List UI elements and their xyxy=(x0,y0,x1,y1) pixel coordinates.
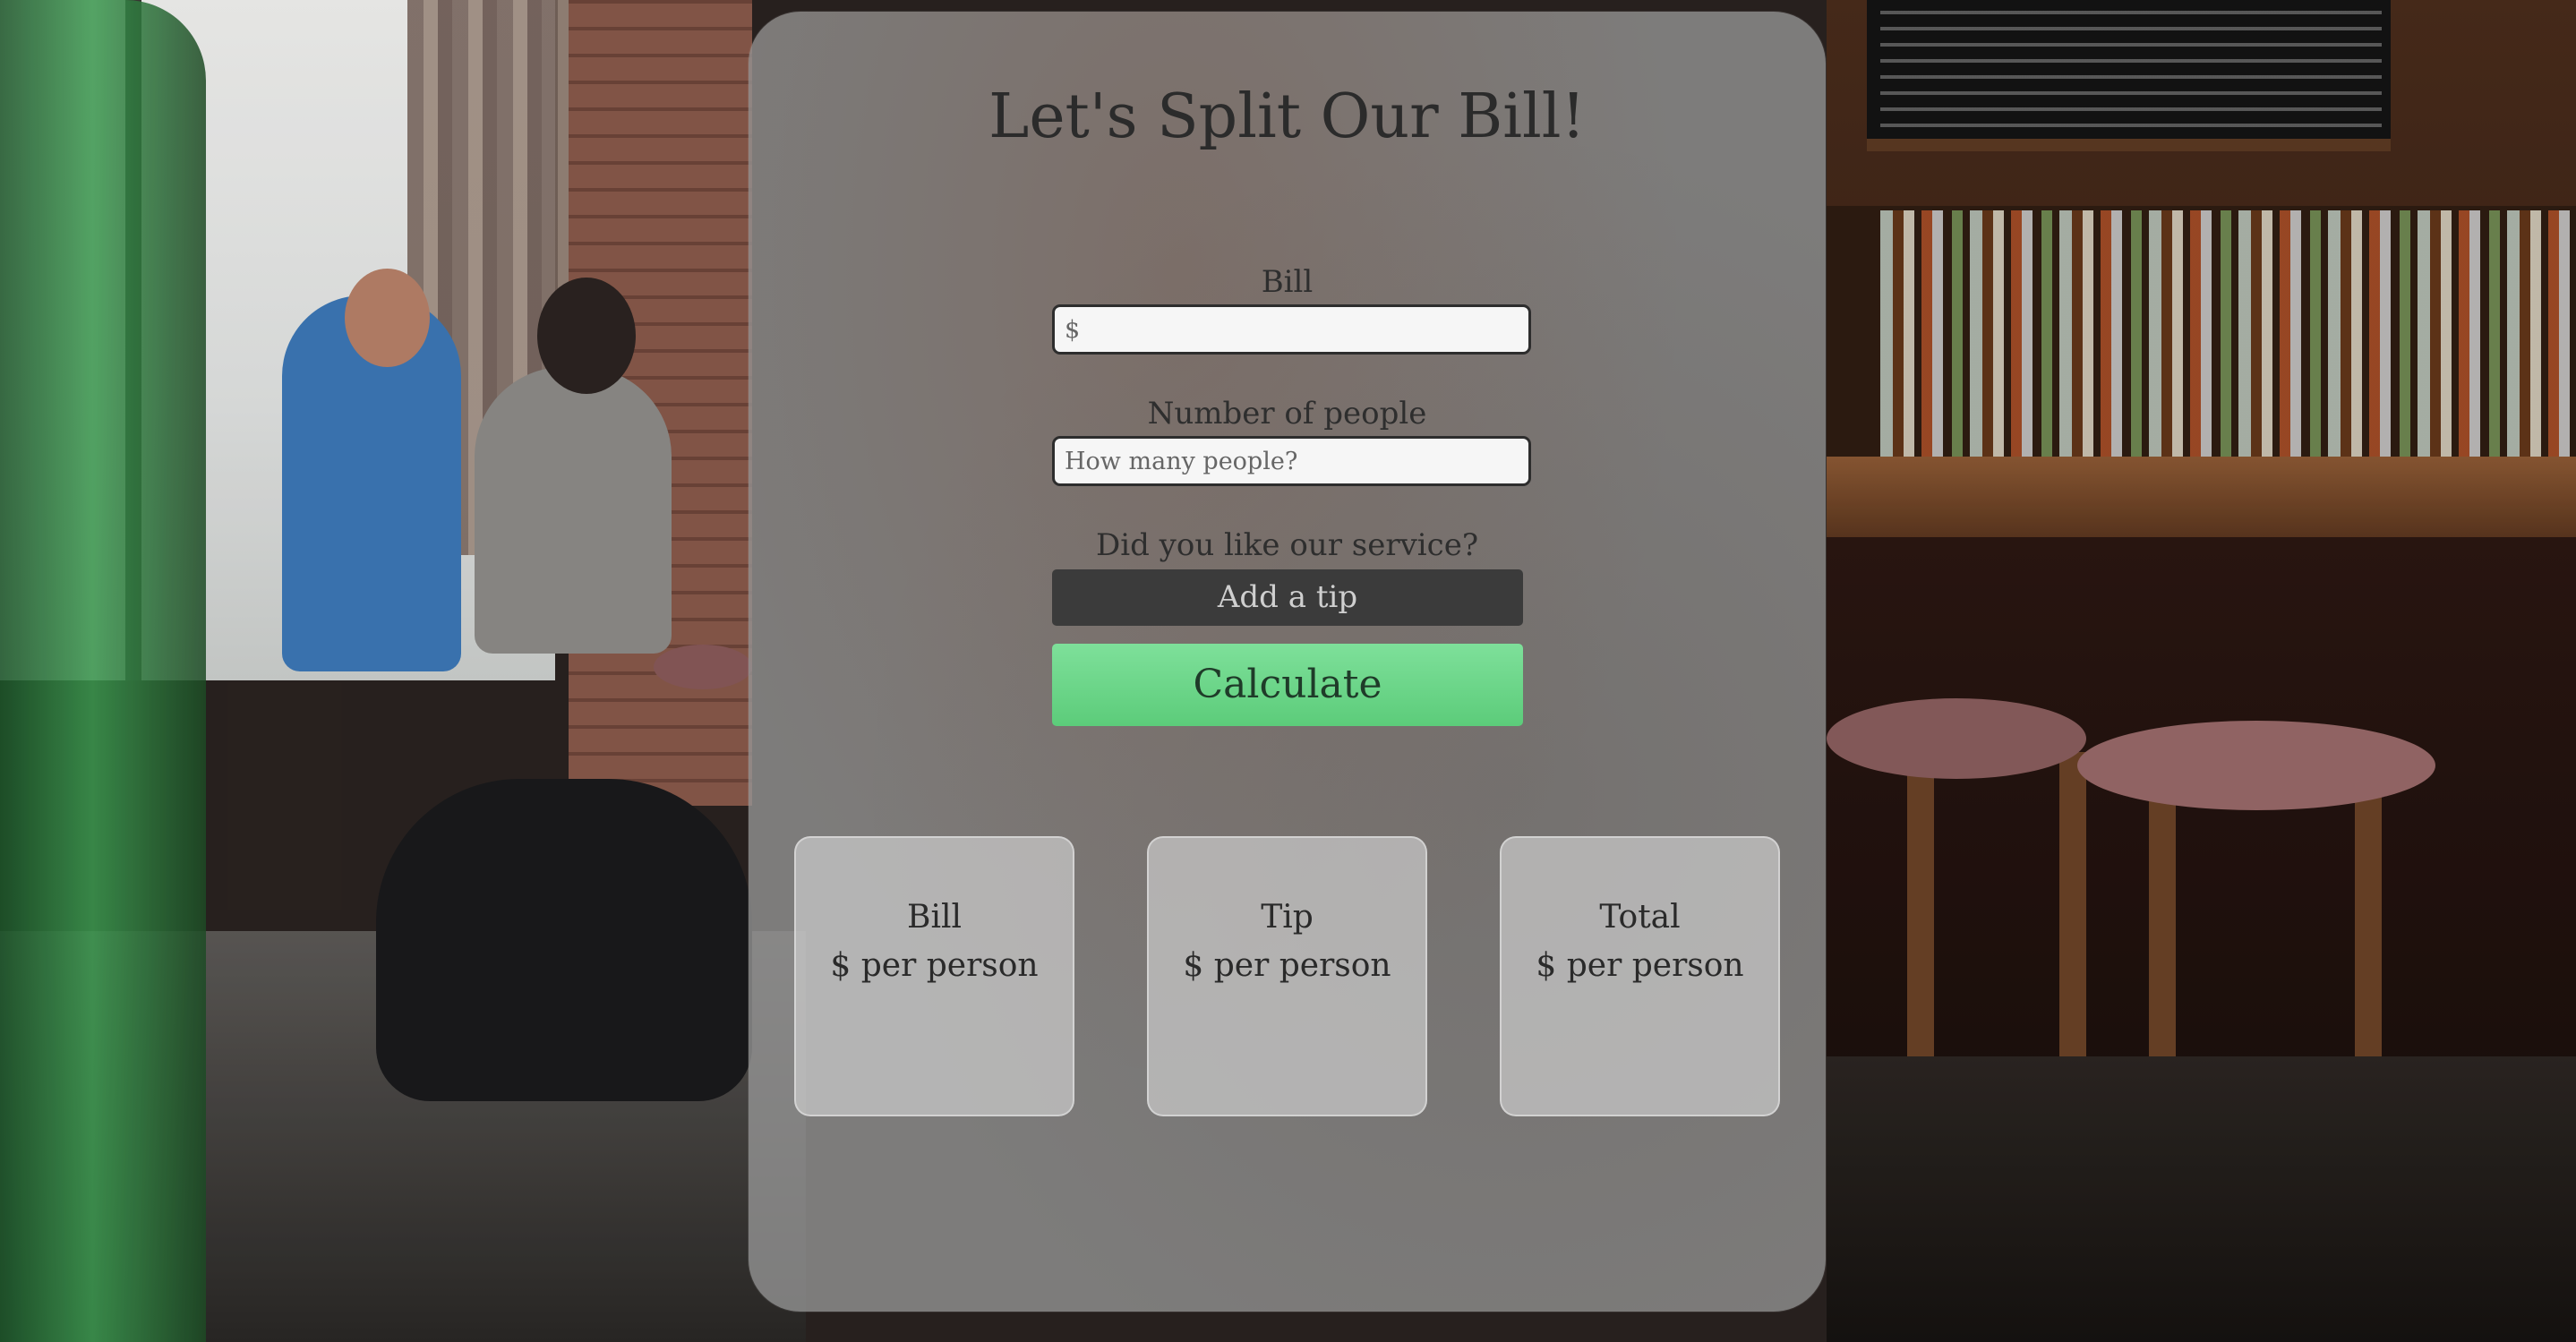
service-question: Did you like our service? xyxy=(1095,527,1479,563)
result-value: $ per person xyxy=(1536,947,1744,984)
people-label: Number of people xyxy=(1147,396,1427,432)
bill-result-card: Bill $ per person xyxy=(794,836,1074,1116)
result-title: Bill xyxy=(907,899,962,936)
total-result-card: Total $ per person xyxy=(1500,836,1780,1116)
bill-label: Bill xyxy=(1261,264,1314,300)
result-value: $ per person xyxy=(1183,947,1391,984)
add-tip-button[interactable]: Add a tip xyxy=(1052,569,1523,626)
calculate-button[interactable]: Calculate xyxy=(1052,644,1523,726)
result-title: Tip xyxy=(1261,899,1314,936)
result-value: $ per person xyxy=(830,947,1039,984)
calculator-card: Let's Split Our Bill! Bill Number of peo… xyxy=(749,12,1826,1312)
bill-input[interactable] xyxy=(1052,304,1531,355)
result-title: Total xyxy=(1599,899,1681,936)
tip-result-card: Tip $ per person xyxy=(1147,836,1427,1116)
people-input[interactable] xyxy=(1052,436,1531,486)
page-title: Let's Split Our Bill! xyxy=(988,81,1586,152)
